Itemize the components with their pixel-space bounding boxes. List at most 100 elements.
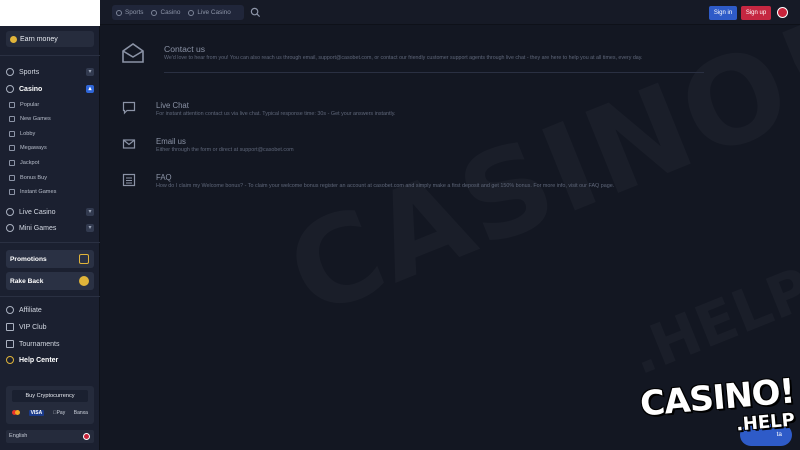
mail-icon [122, 139, 136, 149]
live-casino-icon [6, 208, 14, 216]
bonus-icon [9, 175, 15, 181]
crown-icon [9, 102, 15, 108]
sidebar-subitem-label: Megaways [20, 145, 47, 151]
divider [164, 72, 704, 73]
tab-label: Sports [125, 9, 144, 16]
sidebar-subitem-lobby[interactable]: Lobby [9, 128, 95, 140]
tab-label: Casino [160, 9, 181, 16]
sidebar-subitem-popular[interactable]: Popular [9, 99, 95, 111]
gift-icon [79, 254, 89, 264]
sidebar-item-casino[interactable]: Casino ▴ [4, 82, 96, 96]
watermark-logo-subtext: .HELP [735, 409, 796, 436]
sidebar-item-label: Mini Games [19, 224, 57, 232]
payment-methods: VISA Pay Banxa [12, 408, 88, 417]
sidebar-subitem-megaways[interactable]: Megaways [9, 142, 95, 154]
language-label: English [9, 433, 28, 439]
help-icon [6, 356, 14, 364]
sidebar-item-label: VIP Club [19, 323, 47, 331]
language-select[interactable]: English [6, 430, 94, 443]
sidebar-subitem-instant-games[interactable]: Instant Games [9, 186, 95, 198]
megaways-icon [9, 145, 15, 151]
users-icon [6, 306, 14, 314]
ball-icon [6, 68, 14, 76]
mastercard-icon [12, 410, 20, 415]
sidebar-item-live-casino[interactable]: Live Casino ▾ [4, 205, 96, 219]
sidebar-subitem-bonus-buy[interactable]: Bonus Buy [9, 172, 95, 184]
item-text: How do I claim my Welcome bonus? - To cl… [156, 183, 615, 189]
item-title: Email us [156, 137, 186, 146]
sidebar-item-label: Casino [19, 85, 43, 93]
sidebar-subitem-label: Popular [20, 102, 40, 108]
sidebar-item-label: Affiliate [19, 306, 42, 314]
sparkle-icon [9, 116, 15, 122]
contact-description: We'd love to hear from you! You can also… [164, 55, 643, 61]
sidebar-subitem-label: Jackpot [20, 160, 40, 166]
sign-in-button[interactable]: Sign in [709, 6, 737, 20]
envelope-open-icon [122, 43, 144, 63]
top-bar: Sports Casino Live Casino Sign in Sign u… [100, 0, 800, 25]
tab-label: Live Casino [197, 9, 231, 16]
sidebar-item-tournaments[interactable]: Tournaments [4, 337, 96, 351]
sidebar-item-label: Help Center [19, 356, 59, 364]
trophy-icon [6, 340, 14, 348]
sidebar-item-affiliate[interactable]: Affiliate [4, 303, 96, 317]
item-title: FAQ [156, 173, 172, 182]
chevron-up-icon[interactable]: ▴ [86, 85, 94, 93]
sidebar-item-label: Tournaments [19, 340, 60, 348]
gamepad-icon [6, 224, 14, 232]
banxa-logo: Banxa [73, 409, 88, 416]
live-casino-icon [188, 9, 195, 16]
sidebar-item-label: Sports [19, 68, 40, 76]
casino-chip-icon [151, 9, 158, 16]
crown-icon [6, 323, 14, 331]
tab-casino[interactable]: Casino [147, 5, 184, 20]
chevron-down-icon[interactable]: ▾ [86, 68, 94, 76]
sidebar-subitem-label: Bonus Buy [20, 175, 48, 181]
sidebar-subitem-label: Lobby [20, 131, 36, 137]
tab-live-casino[interactable]: Live Casino [184, 5, 234, 20]
sidebar-item-vip-club[interactable]: VIP Club [4, 320, 96, 334]
promotions-label: Promotions [10, 255, 47, 263]
item-title: Live Chat [156, 101, 189, 110]
sidebar-subitem-new-games[interactable]: New Games [9, 113, 95, 125]
sidebar-divider [0, 55, 100, 56]
flag-icon [83, 433, 90, 440]
section-tabs: Sports Casino Live Casino [112, 5, 244, 20]
chat-icon [122, 101, 136, 115]
search-icon[interactable] [250, 7, 261, 18]
lobby-icon [9, 131, 15, 137]
promotions-card[interactable]: Promotions [6, 250, 94, 268]
visa-logo: VISA [28, 409, 45, 416]
list-icon [122, 173, 136, 187]
watermark-logo: CASINO! .HELP [639, 371, 796, 440]
sidebar-item-mini-games[interactable]: Mini Games ▾ [4, 221, 96, 235]
site-logo[interactable] [0, 0, 100, 26]
apple-pay-logo: Pay [53, 409, 65, 416]
sidebar-divider [0, 296, 100, 297]
item-text: Either through the form or direct at sup… [156, 147, 294, 153]
chevron-down-icon[interactable]: ▾ [86, 208, 94, 216]
earn-money-label: Earn money [20, 35, 58, 43]
coin-icon [10, 35, 17, 43]
sidebar-item-sports[interactable]: Sports ▾ [4, 65, 96, 79]
rake-back-label: Rake Back [10, 277, 44, 285]
watermark-subtext: .HELP [620, 253, 800, 389]
ball-icon [116, 9, 122, 16]
chevron-down-icon[interactable]: ▾ [86, 224, 94, 232]
earn-money-button[interactable]: Earn money [6, 31, 94, 47]
jackpot-icon [9, 160, 15, 166]
sidebar-subitem-jackpot[interactable]: Jackpot [9, 157, 95, 169]
sidebar: Earn money Sports ▾ Casino ▴ Popular New… [0, 0, 100, 450]
item-text: For instant attention contact us via liv… [156, 111, 396, 117]
page-title: Contact us [164, 44, 206, 54]
casino-chip-icon [6, 85, 14, 93]
rake-back-card[interactable]: Rake Back [6, 272, 94, 290]
rocket-icon [9, 189, 15, 195]
sidebar-subitem-label: New Games [20, 116, 51, 122]
tab-sports[interactable]: Sports [112, 5, 147, 20]
sidebar-item-help-center[interactable]: Help Center [4, 353, 96, 367]
sidebar-divider [0, 242, 100, 243]
crypto-box: Buy Cryptocurrency VISA Pay Banxa [6, 386, 94, 424]
sidebar-item-label: Live Casino [19, 208, 56, 216]
buy-cryptocurrency-button[interactable]: Buy Cryptocurrency [12, 390, 88, 402]
